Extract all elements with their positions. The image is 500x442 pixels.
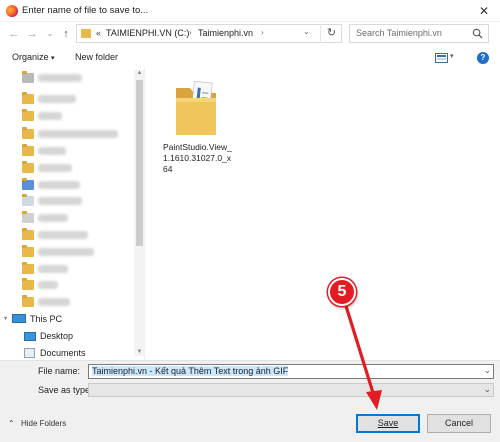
refresh-icon: ↻ [326,27,337,39]
organize-button[interactable]: Organize ▾ [12,52,55,62]
sidebar-item[interactable] [0,68,134,89]
save-as-type-label: Save as type: [38,385,93,395]
breadcrumb-overflow[interactable]: « [96,28,101,38]
save-button[interactable]: Save [356,414,420,433]
hide-folders-toggle[interactable]: ⌃ Hide Folders [8,419,66,428]
folder-icon [22,71,34,83]
arrow-right-icon: → [26,28,38,40]
title-bar: Enter name of file to save to... ✕ [0,0,500,22]
recent-locations-button[interactable]: ⌄ [42,26,58,42]
refresh-button[interactable]: ↻ [320,24,342,43]
blurred-label [38,265,68,273]
chevron-right-icon[interactable]: › [261,28,264,37]
folder-icon [22,92,34,104]
view-options-button[interactable]: ▾ [433,51,459,65]
sidebar-item-label: Desktop [40,331,74,341]
organize-label: Organize [12,52,49,62]
breadcrumb-folder[interactable]: Taimienphi.vn [198,28,253,38]
folder-icon [22,245,34,257]
cancel-button[interactable]: Cancel [427,414,491,433]
scroll-down-arrow[interactable]: ▼ [135,349,144,355]
blurred-label [38,298,70,306]
folder-icon [22,295,34,307]
save-label: Save [377,418,399,428]
address-bar[interactable]: « TAIMIENPHI.VN (C:) › Taimienphi.vn › ⌄ [76,24,342,43]
file-name-value: Taimienphi.vn - Kết quả Thêm Text trong … [92,366,289,376]
help-icon: ? [480,53,486,62]
caret-up-icon: ⌃ [8,419,15,428]
folder-icon [22,127,34,139]
toolbar: Organize ▾ New folder ▾ ? [0,48,500,68]
folder-icon [81,29,91,38]
blurred-label [38,147,66,155]
save-as-type-select[interactable]: ⌄ [88,383,494,397]
chevron-down-icon[interactable]: ⌄ [483,365,491,376]
blurred-label [38,281,58,289]
file-name-label[interactable]: PaintStudio.View_1.1610.31027.0_x64 [163,142,233,175]
back-button[interactable]: ← [6,26,22,42]
blurred-label [38,214,68,222]
folder-icon [22,161,34,173]
chevron-right-icon[interactable]: ▾ [4,315,7,322]
folder-icon [22,278,34,290]
search-placeholder: Search Taimienphi.vn [356,28,442,38]
firefox-icon [6,5,18,17]
breadcrumb-drive[interactable]: TAIMIENPHI.VN (C:) [106,28,189,38]
sidebar-item-label: Documents [40,348,86,358]
scroll-up-arrow[interactable]: ▲ [135,70,144,76]
folder-icon [22,228,34,240]
pictures-icon [22,211,34,223]
blurred-label [38,164,72,172]
arrow-left-icon: ← [8,28,20,40]
forward-button[interactable]: → [24,26,40,42]
arrow-up-icon: ↑ [63,28,69,40]
blurred-label [38,248,94,256]
close-icon: ✕ [478,4,490,18]
help-button[interactable]: ? [477,52,489,64]
address-history-button[interactable]: ⌄ [303,27,310,36]
file-name-label: File name: [38,366,81,376]
window-title: Enter name of file to save to... [22,5,149,16]
blurred-label [38,74,82,82]
callout-arrow-icon [344,304,382,410]
up-button[interactable]: ↑ [58,26,74,42]
sidebar-item-documents[interactable]: Documents [0,343,134,360]
blurred-label [38,130,118,138]
scrollbar-thumb[interactable] [136,80,143,246]
computer-icon [12,314,26,323]
step-badge: 5 [328,278,356,306]
search-input[interactable]: Search Taimienphi.vn [349,24,489,43]
chevron-right-icon[interactable]: › [189,28,192,37]
download-folder-icon [22,178,34,190]
documents-icon [24,348,35,358]
blurred-label [38,197,82,205]
folder-icon [22,109,34,121]
caret-down-icon: ▾ [450,53,454,60]
folder-icon[interactable] [172,78,220,140]
search-icon [472,28,483,39]
view-icon [435,53,448,63]
blurred-label [38,112,62,120]
documents-icon [22,194,34,206]
navigation-pane: ▾ This PC Desktop Documents [0,68,145,360]
caret-down-icon: ▾ [51,55,55,62]
chevron-down-icon: ⌄ [46,29,54,38]
folder-icon [22,144,34,156]
close-button[interactable]: ✕ [468,0,500,22]
desktop-icon [24,332,36,341]
chevron-down-icon: ⌄ [303,27,310,36]
chevron-down-icon: ⌄ [483,384,491,394]
blurred-label [38,231,88,239]
blurred-label [38,95,76,103]
file-name-input[interactable]: Taimienphi.vn - Kết quả Thêm Text trong … [88,364,494,379]
sidebar-item-label: This PC [30,314,63,324]
new-folder-button[interactable]: New folder [75,52,118,62]
blurred-label [38,181,80,189]
hide-folders-label: Hide Folders [20,419,67,428]
folder-icon [22,262,34,274]
